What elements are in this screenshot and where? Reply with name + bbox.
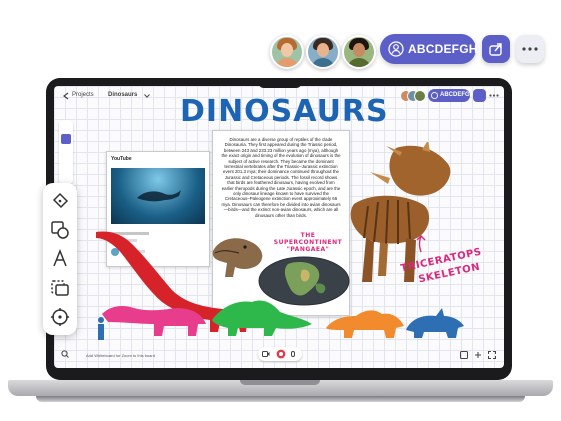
human-scale-figure[interactable]: [98, 317, 104, 340]
green-sail-dinosaur[interactable]: [212, 300, 312, 336]
screen-select-tool[interactable]: [61, 134, 71, 144]
user-avatar-3[interactable]: [342, 35, 376, 69]
breadcrumb-board-name[interactable]: Dinosaurs: [108, 92, 137, 98]
mini-user-label: ABCDEFGH: [440, 92, 474, 98]
blue-triceratops[interactable]: [406, 308, 464, 338]
target-icon[interactable]: [50, 307, 70, 327]
mini-share-button[interactable]: [473, 89, 486, 102]
youtube-logo: YouTube: [111, 156, 132, 162]
mini-add-user-icon: [431, 92, 438, 99]
record-icon[interactable]: [276, 349, 286, 359]
underwater-dinosaur-icon: [137, 190, 181, 202]
zoom-in-icon[interactable]: [474, 351, 482, 359]
text-tool-icon[interactable]: [50, 249, 70, 269]
dinosaur-silhouettes: [96, 231, 464, 340]
zoom-icon[interactable]: [61, 350, 69, 358]
pink-iguanodon[interactable]: [102, 306, 206, 336]
mini-avatar-3[interactable]: [414, 90, 426, 102]
video-thumbnail[interactable]: [111, 168, 205, 224]
user-label: ABCDEFGH: [408, 42, 478, 56]
share-user-button[interactable]: ABCDEFGH: [380, 34, 478, 64]
more-button[interactable]: [516, 35, 544, 63]
screen-toolbar: [59, 120, 73, 184]
mini-share-user-button[interactable]: ABCDEFGH: [428, 89, 474, 102]
fullscreen-icon[interactable]: [488, 351, 496, 359]
user-avatar-2[interactable]: [306, 35, 340, 69]
share-button[interactable]: [482, 35, 510, 63]
board-title[interactable]: DINOSAURS: [180, 94, 389, 129]
fill-bucket-icon[interactable]: [50, 191, 70, 211]
tool-palette: [43, 183, 77, 335]
camera-notch: [258, 78, 302, 88]
user-avatar-1[interactable]: [270, 35, 304, 69]
share-icon: [489, 43, 502, 56]
laptop-feet: [36, 396, 525, 402]
camera-icon[interactable]: [262, 351, 270, 357]
shapes-icon[interactable]: [50, 220, 70, 240]
bottom-hint-text[interactable]: Add Whiteboard for Zoom to this board: [86, 353, 155, 358]
mic-icon[interactable]: [290, 351, 296, 359]
laptop-base-lip: [240, 380, 320, 385]
mini-more-icon[interactable]: [489, 94, 499, 97]
breadcrumb-projects[interactable]: Projects: [72, 92, 94, 98]
more-icon: [522, 47, 538, 51]
board-menu-chevron-icon[interactable]: [144, 94, 150, 98]
orange-spiked-dinosaur[interactable]: [326, 310, 404, 338]
zoom-out-icon[interactable]: [460, 351, 468, 359]
note-text: Dinosaurs are a diverse group of reptile…: [221, 137, 341, 218]
add-user-icon: [388, 41, 404, 57]
sticky-note-icon[interactable]: [50, 278, 70, 298]
back-chevron-icon[interactable]: [63, 92, 69, 100]
